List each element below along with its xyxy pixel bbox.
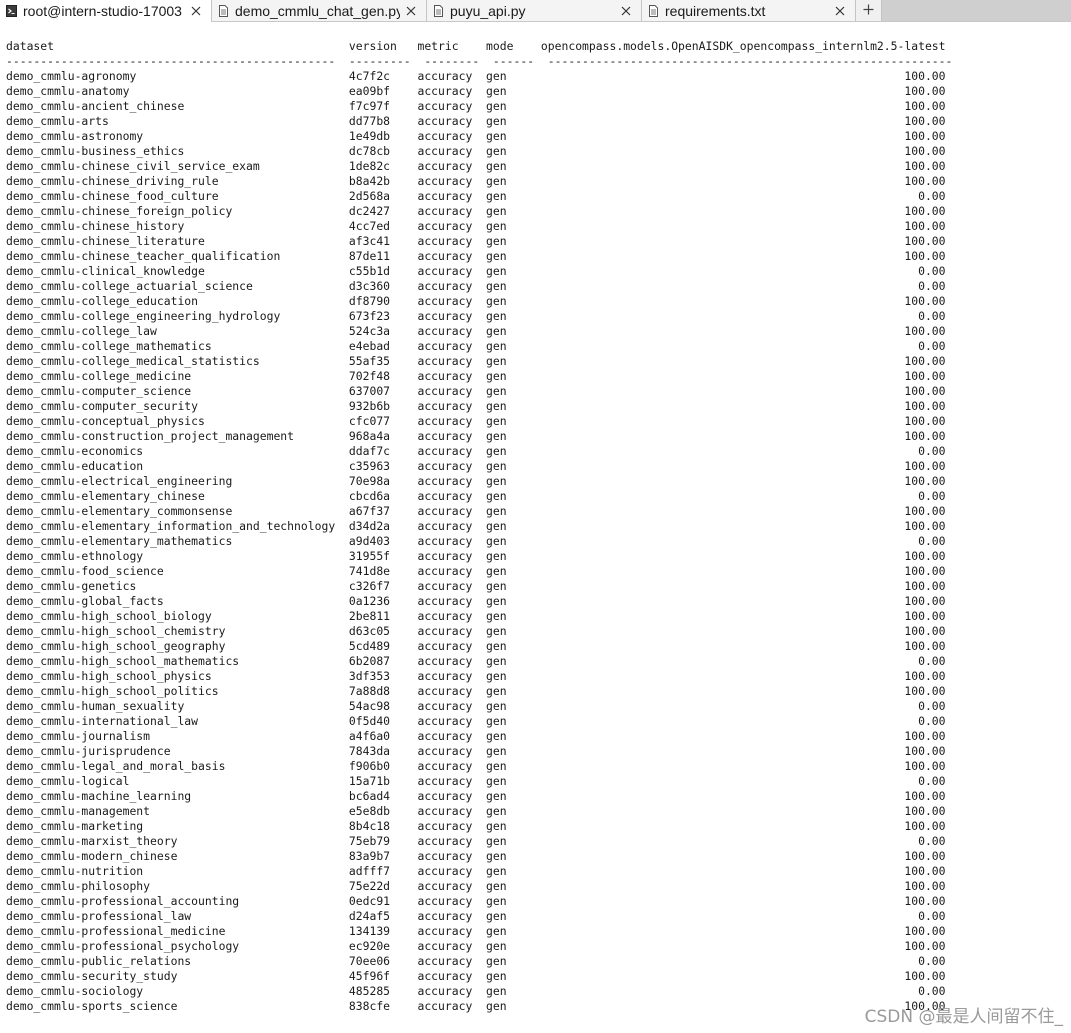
table-row: demo_cmmlu-astronomy 1e49db accuracy gen…	[6, 129, 946, 143]
table-row: demo_cmmlu-journalism a4f6a0 accuracy ge…	[6, 729, 946, 743]
table-row: demo_cmmlu-high_school_biology 2be811 ac…	[6, 609, 946, 623]
tab-demo-cmmlu-chat-gen[interactable]: demo_cmmlu_chat_gen.py	[212, 0, 427, 21]
table-row: demo_cmmlu-elementary_commonsense a67f37…	[6, 504, 946, 518]
terminal-icon	[6, 5, 17, 17]
close-icon[interactable]	[833, 4, 847, 18]
table-row: demo_cmmlu-college_education df8790 accu…	[6, 294, 946, 308]
file-icon	[433, 4, 444, 17]
table-row: demo_cmmlu-chinese_history 4cc7ed accura…	[6, 219, 946, 233]
tab-bar-filler	[882, 0, 1071, 21]
table-row: demo_cmmlu-high_school_physics 3df353 ac…	[6, 669, 946, 683]
table-body: demo_cmmlu-agronomy 4c7f2c accuracy gen …	[6, 69, 1071, 1014]
table-row: demo_cmmlu-arts dd77b8 accuracy gen 100.…	[6, 114, 946, 128]
table-row: demo_cmmlu-computer_security 932b6b accu…	[6, 399, 946, 413]
table-row: demo_cmmlu-management e5e8db accuracy ge…	[6, 804, 946, 818]
table-row: demo_cmmlu-philosophy 75e22d accuracy ge…	[6, 879, 946, 893]
table-row: demo_cmmlu-chinese_food_culture 2d568a a…	[6, 189, 946, 203]
table-row: demo_cmmlu-jurisprudence 7843da accuracy…	[6, 744, 946, 758]
table-row: demo_cmmlu-ethnology 31955f accuracy gen…	[6, 549, 946, 563]
tab-label: demo_cmmlu_chat_gen.py	[235, 2, 400, 19]
table-row: demo_cmmlu-clinical_knowledge c55b1d acc…	[6, 264, 946, 278]
file-icon	[218, 4, 229, 17]
tab-terminal[interactable]: root@intern-studio-17003	[0, 0, 212, 22]
results-table: dataset version metric mode opencompass.…	[0, 22, 1071, 1014]
plus-icon	[863, 2, 874, 20]
table-row: demo_cmmlu-international_law 0f5d40 accu…	[6, 714, 946, 728]
table-row: demo_cmmlu-education c35963 accuracy gen…	[6, 459, 946, 473]
table-row: demo_cmmlu-professional_medicine 134139 …	[6, 924, 946, 938]
table-row: demo_cmmlu-chinese_civil_service_exam 1d…	[6, 159, 946, 173]
table-row: demo_cmmlu-elementary_chinese cbcd6a acc…	[6, 489, 946, 503]
table-row: demo_cmmlu-anatomy ea09bf accuracy gen 1…	[6, 84, 946, 98]
tab-requirements[interactable]: requirements.txt	[642, 0, 856, 21]
table-row: demo_cmmlu-human_sexuality 54ac98 accura…	[6, 699, 946, 713]
file-icon	[648, 4, 659, 17]
table-separator: ----------------------------------------…	[6, 54, 953, 68]
table-row: demo_cmmlu-professional_psychology ec920…	[6, 939, 946, 953]
table-row: demo_cmmlu-marxist_theory 75eb79 accurac…	[6, 834, 946, 848]
table-row: demo_cmmlu-high_school_geography 5cd489 …	[6, 639, 946, 653]
tab-label: puyu_api.py	[450, 2, 526, 19]
table-row: demo_cmmlu-legal_and_moral_basis f906b0 …	[6, 759, 946, 773]
table-row: demo_cmmlu-chinese_foreign_policy dc2427…	[6, 204, 946, 218]
table-row: demo_cmmlu-marketing 8b4c18 accuracy gen…	[6, 819, 946, 833]
table-row: demo_cmmlu-high_school_chemistry d63c05 …	[6, 624, 946, 638]
table-row: demo_cmmlu-college_mathematics e4ebad ac…	[6, 339, 946, 353]
table-header: dataset version metric mode opencompass.…	[6, 39, 946, 53]
table-row: demo_cmmlu-college_medicine 702f48 accur…	[6, 369, 946, 383]
table-row: demo_cmmlu-conceptual_physics cfc077 acc…	[6, 414, 946, 428]
table-row: demo_cmmlu-machine_learning bc6ad4 accur…	[6, 789, 946, 803]
table-row: demo_cmmlu-high_school_mathematics 6b208…	[6, 654, 946, 668]
new-tab-button[interactable]	[856, 0, 882, 21]
close-icon[interactable]	[404, 4, 418, 18]
table-row: demo_cmmlu-global_facts 0a1236 accuracy …	[6, 594, 946, 608]
tab-label: root@intern-studio-17003	[23, 3, 182, 19]
table-row: demo_cmmlu-public_relations 70ee06 accur…	[6, 954, 946, 968]
table-row: demo_cmmlu-professional_law d24af5 accur…	[6, 909, 946, 923]
tab-label: requirements.txt	[665, 2, 766, 19]
table-row: demo_cmmlu-construction_project_manageme…	[6, 429, 946, 443]
table-row: demo_cmmlu-college_law 524c3a accuracy g…	[6, 324, 946, 338]
table-row: demo_cmmlu-economics ddaf7c accuracy gen…	[6, 444, 946, 458]
table-row: demo_cmmlu-sociology 485285 accuracy gen…	[6, 984, 946, 998]
watermark: CSDN @最是人间留不住_	[864, 1007, 1063, 1027]
table-row: demo_cmmlu-logical 15a71b accuracy gen 0…	[6, 774, 946, 788]
tab-bar: root@intern-studio-17003 demo_cmmlu_chat…	[0, 0, 1071, 22]
table-row: demo_cmmlu-chinese_teacher_qualification…	[6, 249, 946, 263]
table-row: demo_cmmlu-chinese_literature af3c41 acc…	[6, 234, 946, 248]
table-row: demo_cmmlu-business_ethics dc78cb accura…	[6, 144, 946, 158]
table-row: demo_cmmlu-college_medical_statistics 55…	[6, 354, 946, 368]
table-row: demo_cmmlu-nutrition adfff7 accuracy gen…	[6, 864, 946, 878]
table-row: demo_cmmlu-elementary_mathematics a9d403…	[6, 534, 946, 548]
table-row: demo_cmmlu-college_engineering_hydrology…	[6, 309, 946, 323]
table-row: demo_cmmlu-electrical_engineering 70e98a…	[6, 474, 946, 488]
table-row: demo_cmmlu-college_actuarial_science d3c…	[6, 279, 946, 293]
table-row: demo_cmmlu-computer_science 637007 accur…	[6, 384, 946, 398]
table-row: demo_cmmlu-food_science 741d8e accuracy …	[6, 564, 946, 578]
table-row: demo_cmmlu-agronomy 4c7f2c accuracy gen …	[6, 69, 946, 83]
table-row: demo_cmmlu-high_school_politics 7a88d8 a…	[6, 684, 946, 698]
close-icon[interactable]	[619, 4, 633, 18]
table-row: demo_cmmlu-modern_chinese 83a9b7 accurac…	[6, 849, 946, 863]
close-icon[interactable]	[189, 4, 203, 18]
table-row: demo_cmmlu-professional_accounting 0edc9…	[6, 894, 946, 908]
table-row: demo_cmmlu-chinese_driving_rule b8a42b a…	[6, 174, 946, 188]
table-row: demo_cmmlu-elementary_information_and_te…	[6, 519, 946, 533]
table-row: demo_cmmlu-security_study 45f96f accurac…	[6, 969, 946, 983]
tab-puyu-api[interactable]: puyu_api.py	[427, 0, 642, 21]
table-row: demo_cmmlu-ancient_chinese f7c97f accura…	[6, 99, 946, 113]
table-row: demo_cmmlu-genetics c326f7 accuracy gen …	[6, 579, 946, 593]
terminal-output[interactable]: dataset version metric mode opencompass.…	[0, 22, 1071, 1033]
